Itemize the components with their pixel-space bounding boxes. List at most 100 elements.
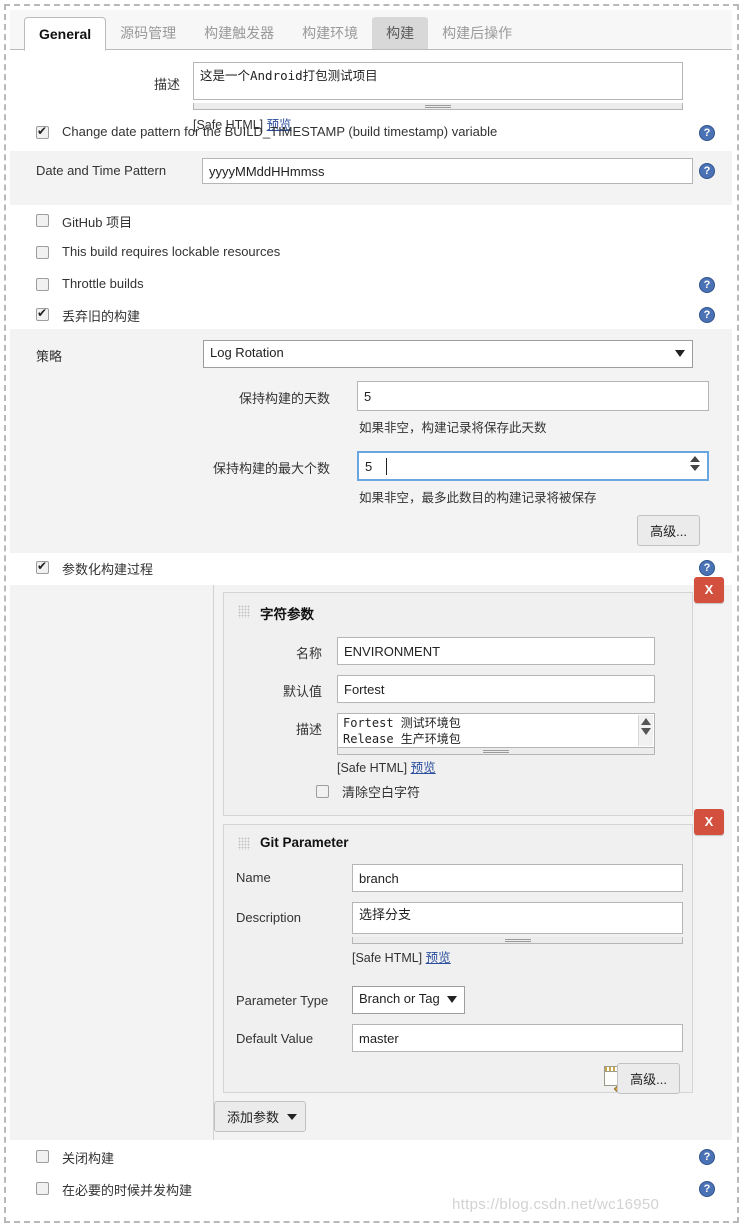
tab-general[interactable]: General <box>24 17 107 51</box>
help-icon-build-timestamp[interactable]: ? <box>699 125 715 141</box>
discard-old-builds-row: 丢弃旧的构建 ? <box>10 301 732 329</box>
max-builds-label: 保持构建的最大个数 <box>212 461 330 476</box>
chevron-down-icon <box>675 350 685 357</box>
csdn-watermark: https://blog.csdn.net/wc16950 <box>452 1196 660 1213</box>
scroll-down-arrow-icon[interactable] <box>641 728 651 735</box>
string-param-name-label: 名称 <box>295 646 322 661</box>
description-scrollbar[interactable] <box>638 715 653 746</box>
description-row: 描述 [Safe HTML] 预览 <box>10 50 732 132</box>
throttle-builds-checkbox[interactable] <box>36 278 49 291</box>
help-icon-disable-build[interactable]: ? <box>699 1149 715 1165</box>
date-pattern-row: Date and Time Pattern ? <box>10 151 732 205</box>
drag-handle-icon[interactable] <box>238 605 250 618</box>
git-param-description-textarea[interactable] <box>352 902 683 934</box>
strategy-select[interactable]: Log Rotation <box>203 340 693 368</box>
concurrent-build-label: 在必要的时候并发构建 <box>62 1183 193 1198</box>
config-sheet: General源码管理构建触发器构建环境构建构建后操作 描述 [Safe HTM… <box>10 10 732 1217</box>
git-param-default-label: Default Value <box>236 1031 314 1046</box>
help-icon-throttle-builds[interactable]: ? <box>699 277 715 293</box>
string-param-safe-html-label: [Safe HTML] <box>337 761 408 775</box>
string-param-trim-checkbox[interactable] <box>316 785 329 798</box>
concurrent-build-checkbox[interactable] <box>36 1182 49 1195</box>
help-icon-parameterized-build[interactable]: ? <box>699 560 715 576</box>
help-icon-date-pattern[interactable]: ? <box>699 163 715 179</box>
git-param-name-label: Name <box>236 870 271 885</box>
tab-build-triggers[interactable]: 构建触发器 <box>190 17 288 49</box>
config-tabs: General 源码管理 构建触发器 构建环境 构建 构建后操作 <box>10 10 732 51</box>
description-resize-handle[interactable] <box>193 103 683 110</box>
parameters-section: 字符参数 X ? 名称 ? 默认值 ? <box>10 577 732 1140</box>
max-builds-hint-row: 如果非空，最多此数目的构建记录将被保存 <box>10 487 732 509</box>
days-to-keep-hint: 如果非空，构建记录将保存此天数 <box>359 421 547 435</box>
git-param-advanced-row: 高级... <box>224 1060 692 1094</box>
git-param-advanced-button[interactable]: 高级... <box>617 1063 680 1094</box>
disable-build-checkbox[interactable] <box>36 1150 49 1163</box>
string-param-description-line-2: Release 生产环境包 <box>343 732 461 746</box>
string-param-default-input[interactable] <box>337 675 655 703</box>
string-param-preview-link[interactable]: 预览 <box>411 761 436 775</box>
spinner-up-icon[interactable] <box>689 456 700 462</box>
max-builds-row: 保持构建的最大个数 5 <box>10 447 732 487</box>
jenkins-job-config-screenshot: General源码管理构建触发器构建环境构建构建后操作 描述 [Safe HTM… <box>0 0 745 1229</box>
github-project-row: GitHub 项目 <box>10 205 732 237</box>
string-param-trim-label: 清除空白字符 <box>342 785 421 800</box>
disable-build-label: 关闭构建 <box>62 1151 115 1166</box>
git-param-type-label: Parameter Type <box>236 993 329 1008</box>
strategy-select-value: Log Rotation <box>210 345 284 360</box>
date-pattern-input[interactable] <box>202 158 693 184</box>
tab-build[interactable]: 构建 <box>372 17 429 49</box>
log-rotation-advanced-button[interactable]: 高级... <box>637 515 700 546</box>
drag-handle-icon[interactable] <box>238 837 250 850</box>
string-param-description-resize-handle[interactable] <box>337 748 655 755</box>
description-textarea[interactable] <box>193 62 683 100</box>
string-param-description-row: 描述 Fortest 测试环境包 Release 生产环境包 [Safe HTM… <box>224 711 692 775</box>
git-param-description-row: Description [Safe HTML] 预览 ? <box>224 900 692 965</box>
string-param-default-row: 默认值 ? <box>224 673 692 709</box>
discard-old-builds-checkbox[interactable] <box>36 306 49 321</box>
tab-source-code-management[interactable]: 源码管理 <box>106 17 190 49</box>
max-builds-input[interactable]: 5 <box>357 451 709 481</box>
github-project-label: GitHub 项目 <box>62 215 133 230</box>
spinner-down-icon[interactable] <box>689 465 700 471</box>
description-label: 描述 <box>153 77 180 92</box>
github-project-checkbox[interactable] <box>36 214 49 227</box>
string-parameter-block: 字符参数 X ? 名称 ? 默认值 ? <box>223 577 724 816</box>
date-pattern-label: Date and Time Pattern <box>36 163 167 178</box>
string-param-description-label: 描述 <box>295 722 322 737</box>
git-param-description-resize-handle[interactable] <box>352 937 683 944</box>
help-icon-concurrent-build[interactable]: ? <box>699 1181 715 1197</box>
max-builds-spinner[interactable] <box>689 456 700 476</box>
throttle-builds-row: Throttle builds ? <box>10 269 732 301</box>
string-param-default-label: 默认值 <box>282 684 322 699</box>
string-param-description-textarea[interactable]: Fortest 测试环境包 Release 生产环境包 <box>337 713 655 748</box>
delete-string-parameter-button[interactable]: X <box>694 577 724 603</box>
git-param-preview-link[interactable]: 预览 <box>426 951 451 965</box>
git-param-name-row: Name ? <box>224 862 692 898</box>
disable-build-row: 关闭构建 ? <box>10 1140 732 1172</box>
lockable-resources-row: This build requires lockable resources <box>10 237 732 269</box>
strategy-label: 策略 <box>36 349 63 364</box>
max-builds-hint: 如果非空，最多此数目的构建记录将被保存 <box>359 491 597 505</box>
parameterized-build-label: 参数化构建过程 <box>62 562 154 577</box>
git-param-name-input[interactable] <box>352 864 683 892</box>
git-param-type-value: Branch or Tag <box>359 991 440 1006</box>
string-param-name-input[interactable] <box>337 637 655 665</box>
max-builds-value: 5 <box>365 459 373 474</box>
days-to-keep-input[interactable] <box>357 381 709 411</box>
git-parameter-block: Git Parameter X ? Name ? Description <box>223 809 724 1094</box>
parameterized-build-checkbox[interactable] <box>36 559 49 574</box>
days-to-keep-row: 保持构建的天数 <box>10 377 732 417</box>
git-param-type-row: Parameter Type Branch or Tag ? <box>224 984 692 1022</box>
scroll-up-arrow-icon[interactable] <box>641 718 651 725</box>
tab-build-environment[interactable]: 构建环境 <box>288 17 372 49</box>
discard-old-builds-label: 丢弃旧的构建 <box>62 309 141 324</box>
git-param-type-select[interactable]: Branch or Tag <box>352 986 465 1014</box>
delete-git-parameter-button[interactable]: X <box>694 809 724 835</box>
tab-post-build-actions[interactable]: 构建后操作 <box>428 17 526 49</box>
build-timestamp-checkbox[interactable] <box>36 124 49 139</box>
help-icon-discard-old-builds[interactable]: ? <box>699 307 715 323</box>
add-parameter-button[interactable]: 添加参数 <box>214 1101 307 1132</box>
lockable-resources-checkbox[interactable] <box>36 246 49 259</box>
log-rotation-panel: 策略 Log Rotation 保持构建的天数 如果非空，构建记录将保存此天数 … <box>10 329 732 553</box>
git-param-default-input[interactable] <box>352 1024 683 1052</box>
